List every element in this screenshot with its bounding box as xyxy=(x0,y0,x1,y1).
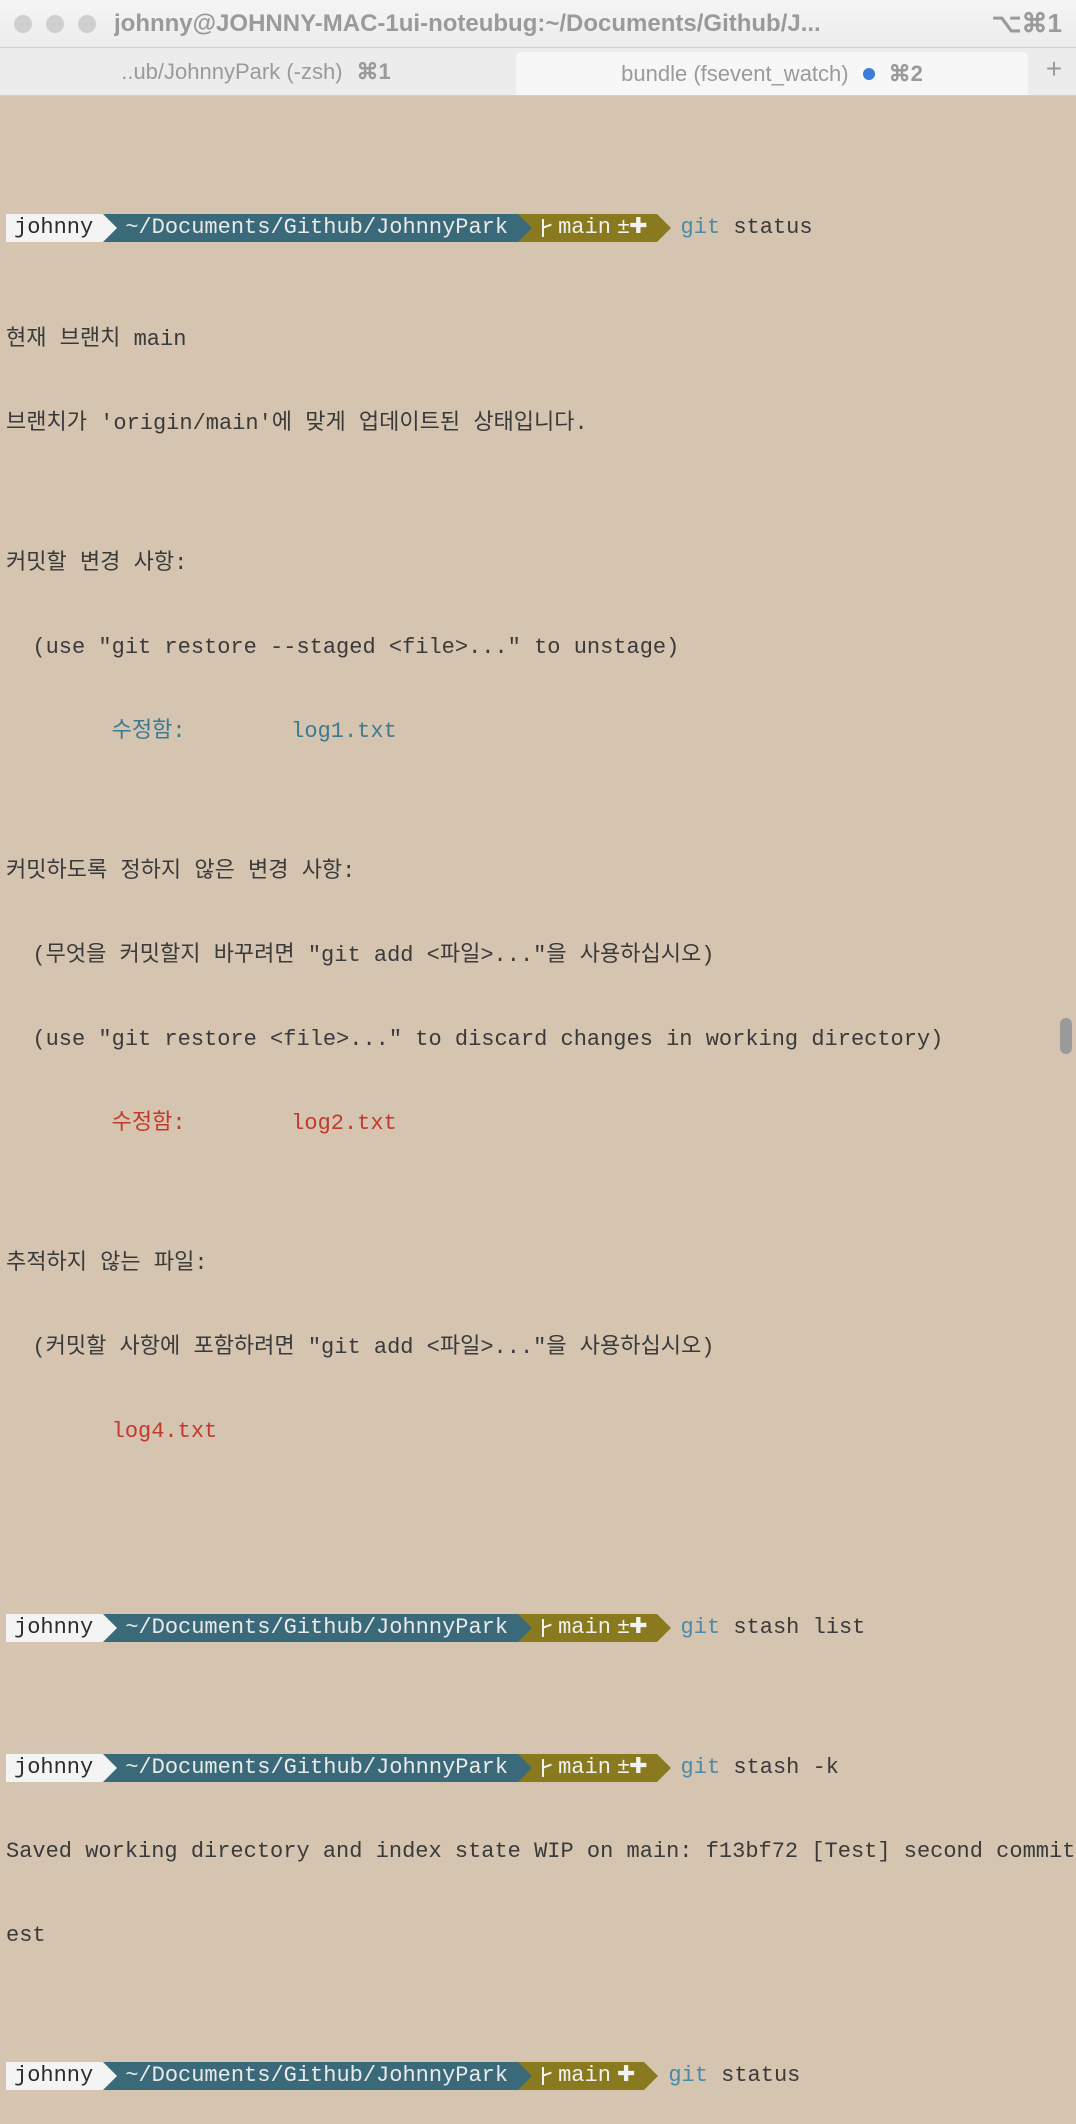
output-line: (무엇을 커밋할지 바꾸려면 "git add <파일>..."을 사용하십시오… xyxy=(6,942,1070,970)
output-line: 수정함: log2.txt xyxy=(6,1110,1070,1138)
tab-shortcut: ⌘2 xyxy=(889,61,923,87)
output-line: 현재 브랜치 main xyxy=(6,326,1070,354)
cmd-args: stash list xyxy=(720,1614,865,1642)
prompt-row: johnny ~/Documents/Github/JohnnyPark mai… xyxy=(6,214,1070,242)
terminal-viewport[interactable]: johnny ~/Documents/Github/JohnnyPark mai… xyxy=(0,96,1076,2124)
git-dirty-icon: ✚ xyxy=(617,2062,634,2090)
cmd-args: stash -k xyxy=(720,1754,839,1782)
unstaged-label: 수정함: xyxy=(6,1111,212,1136)
git-dirty-icon: ±✚ xyxy=(617,1754,647,1782)
cmd-git: git xyxy=(681,1754,721,1782)
prompt-path: ~/Documents/Github/JohnnyPark xyxy=(103,1614,518,1642)
output-line: (use "git restore --staged <file>..." to… xyxy=(6,634,1070,662)
scrollbar-thumb[interactable] xyxy=(1060,1018,1072,1054)
cmd-args: status xyxy=(720,214,812,242)
new-tab-button[interactable]: + xyxy=(1032,48,1076,95)
untracked-file: log4.txt xyxy=(6,1418,1070,1446)
branch-name: main xyxy=(558,214,611,242)
git-dirty-icon: ±✚ xyxy=(617,1614,647,1642)
tabbar: ..ub/JohnnyPark (-zsh) ⌘1 bundle (fseven… xyxy=(0,48,1076,96)
prompt-user: johnny xyxy=(6,1754,103,1782)
prompt-row: johnny ~/Documents/Github/JohnnyPark mai… xyxy=(6,1754,1070,1782)
prompt-user: johnny xyxy=(6,214,103,242)
output-line: Saved working directory and index state … xyxy=(6,1838,1070,1866)
prompt-branch: main✚ xyxy=(518,2062,644,2090)
minimize-icon[interactable] xyxy=(46,15,64,33)
prompt-row: johnny ~/Documents/Github/JohnnyPark mai… xyxy=(6,1614,1070,1642)
output-line: 추적하지 않는 파일: xyxy=(6,1250,1070,1278)
output-line: 커밋할 변경 사항: xyxy=(6,550,1070,578)
branch-icon xyxy=(540,1619,554,1637)
tab-label: ..ub/JohnnyPark (-zsh) xyxy=(121,59,342,85)
cmd-args: status xyxy=(708,2062,800,2090)
staged-file: log1.txt xyxy=(212,719,397,744)
branch-name: main xyxy=(558,1614,611,1642)
output-line: (use "git restore <file>..." to discard … xyxy=(6,1026,1070,1054)
window-shortcut: ⌥⌘1 xyxy=(992,8,1062,39)
traffic-lights xyxy=(14,15,96,33)
prompt-user: johnny xyxy=(6,2062,103,2090)
close-icon[interactable] xyxy=(14,15,32,33)
branch-icon xyxy=(540,1759,554,1777)
zoom-icon[interactable] xyxy=(78,15,96,33)
tab-zsh[interactable]: ..ub/JohnnyPark (-zsh) ⌘1 xyxy=(0,48,512,95)
prompt-row: johnny ~/Documents/Github/JohnnyPark mai… xyxy=(6,2062,1070,2090)
branch-icon xyxy=(540,219,554,237)
git-dirty-icon: ±✚ xyxy=(617,214,647,242)
tab-shortcut: ⌘1 xyxy=(357,59,391,85)
branch-icon xyxy=(540,2067,554,2085)
unstaged-file: log2.txt xyxy=(212,1111,397,1136)
tab-label: bundle (fsevent_watch) xyxy=(621,61,848,87)
prompt-path: ~/Documents/Github/JohnnyPark xyxy=(103,214,518,242)
prompt-branch: main±✚ xyxy=(518,1614,656,1642)
prompt-branch: main±✚ xyxy=(518,1754,656,1782)
tab-bundle[interactable]: bundle (fsevent_watch) ⌘2 xyxy=(516,52,1028,95)
output-line: 브랜치가 'origin/main'에 맞게 업데이트된 상태입니다. xyxy=(6,410,1070,438)
branch-name: main xyxy=(558,1754,611,1782)
output-line: 수정함: log1.txt xyxy=(6,718,1070,746)
output-line: (커밋할 사항에 포함하려면 "git add <파일>..."을 사용하십시오… xyxy=(6,1334,1070,1362)
output-line: 커밋하도록 정하지 않은 변경 사항: xyxy=(6,858,1070,886)
window-title: johnny@JOHNNY-MAC-1ui-noteubug:~/Documen… xyxy=(114,10,992,38)
prompt-path: ~/Documents/Github/JohnnyPark xyxy=(103,1754,518,1782)
output-line: est xyxy=(6,1922,1070,1950)
cmd-git: git xyxy=(668,2062,708,2090)
titlebar: johnny@JOHNNY-MAC-1ui-noteubug:~/Documen… xyxy=(0,0,1076,48)
prompt-user: johnny xyxy=(6,1614,103,1642)
dirty-indicator-icon xyxy=(863,68,875,80)
prompt-path: ~/Documents/Github/JohnnyPark xyxy=(103,2062,518,2090)
prompt-branch: main±✚ xyxy=(518,214,656,242)
cmd-git: git xyxy=(681,1614,721,1642)
cmd-git: git xyxy=(681,214,721,242)
branch-name: main xyxy=(558,2062,611,2090)
staged-label: 수정함: xyxy=(6,719,212,744)
